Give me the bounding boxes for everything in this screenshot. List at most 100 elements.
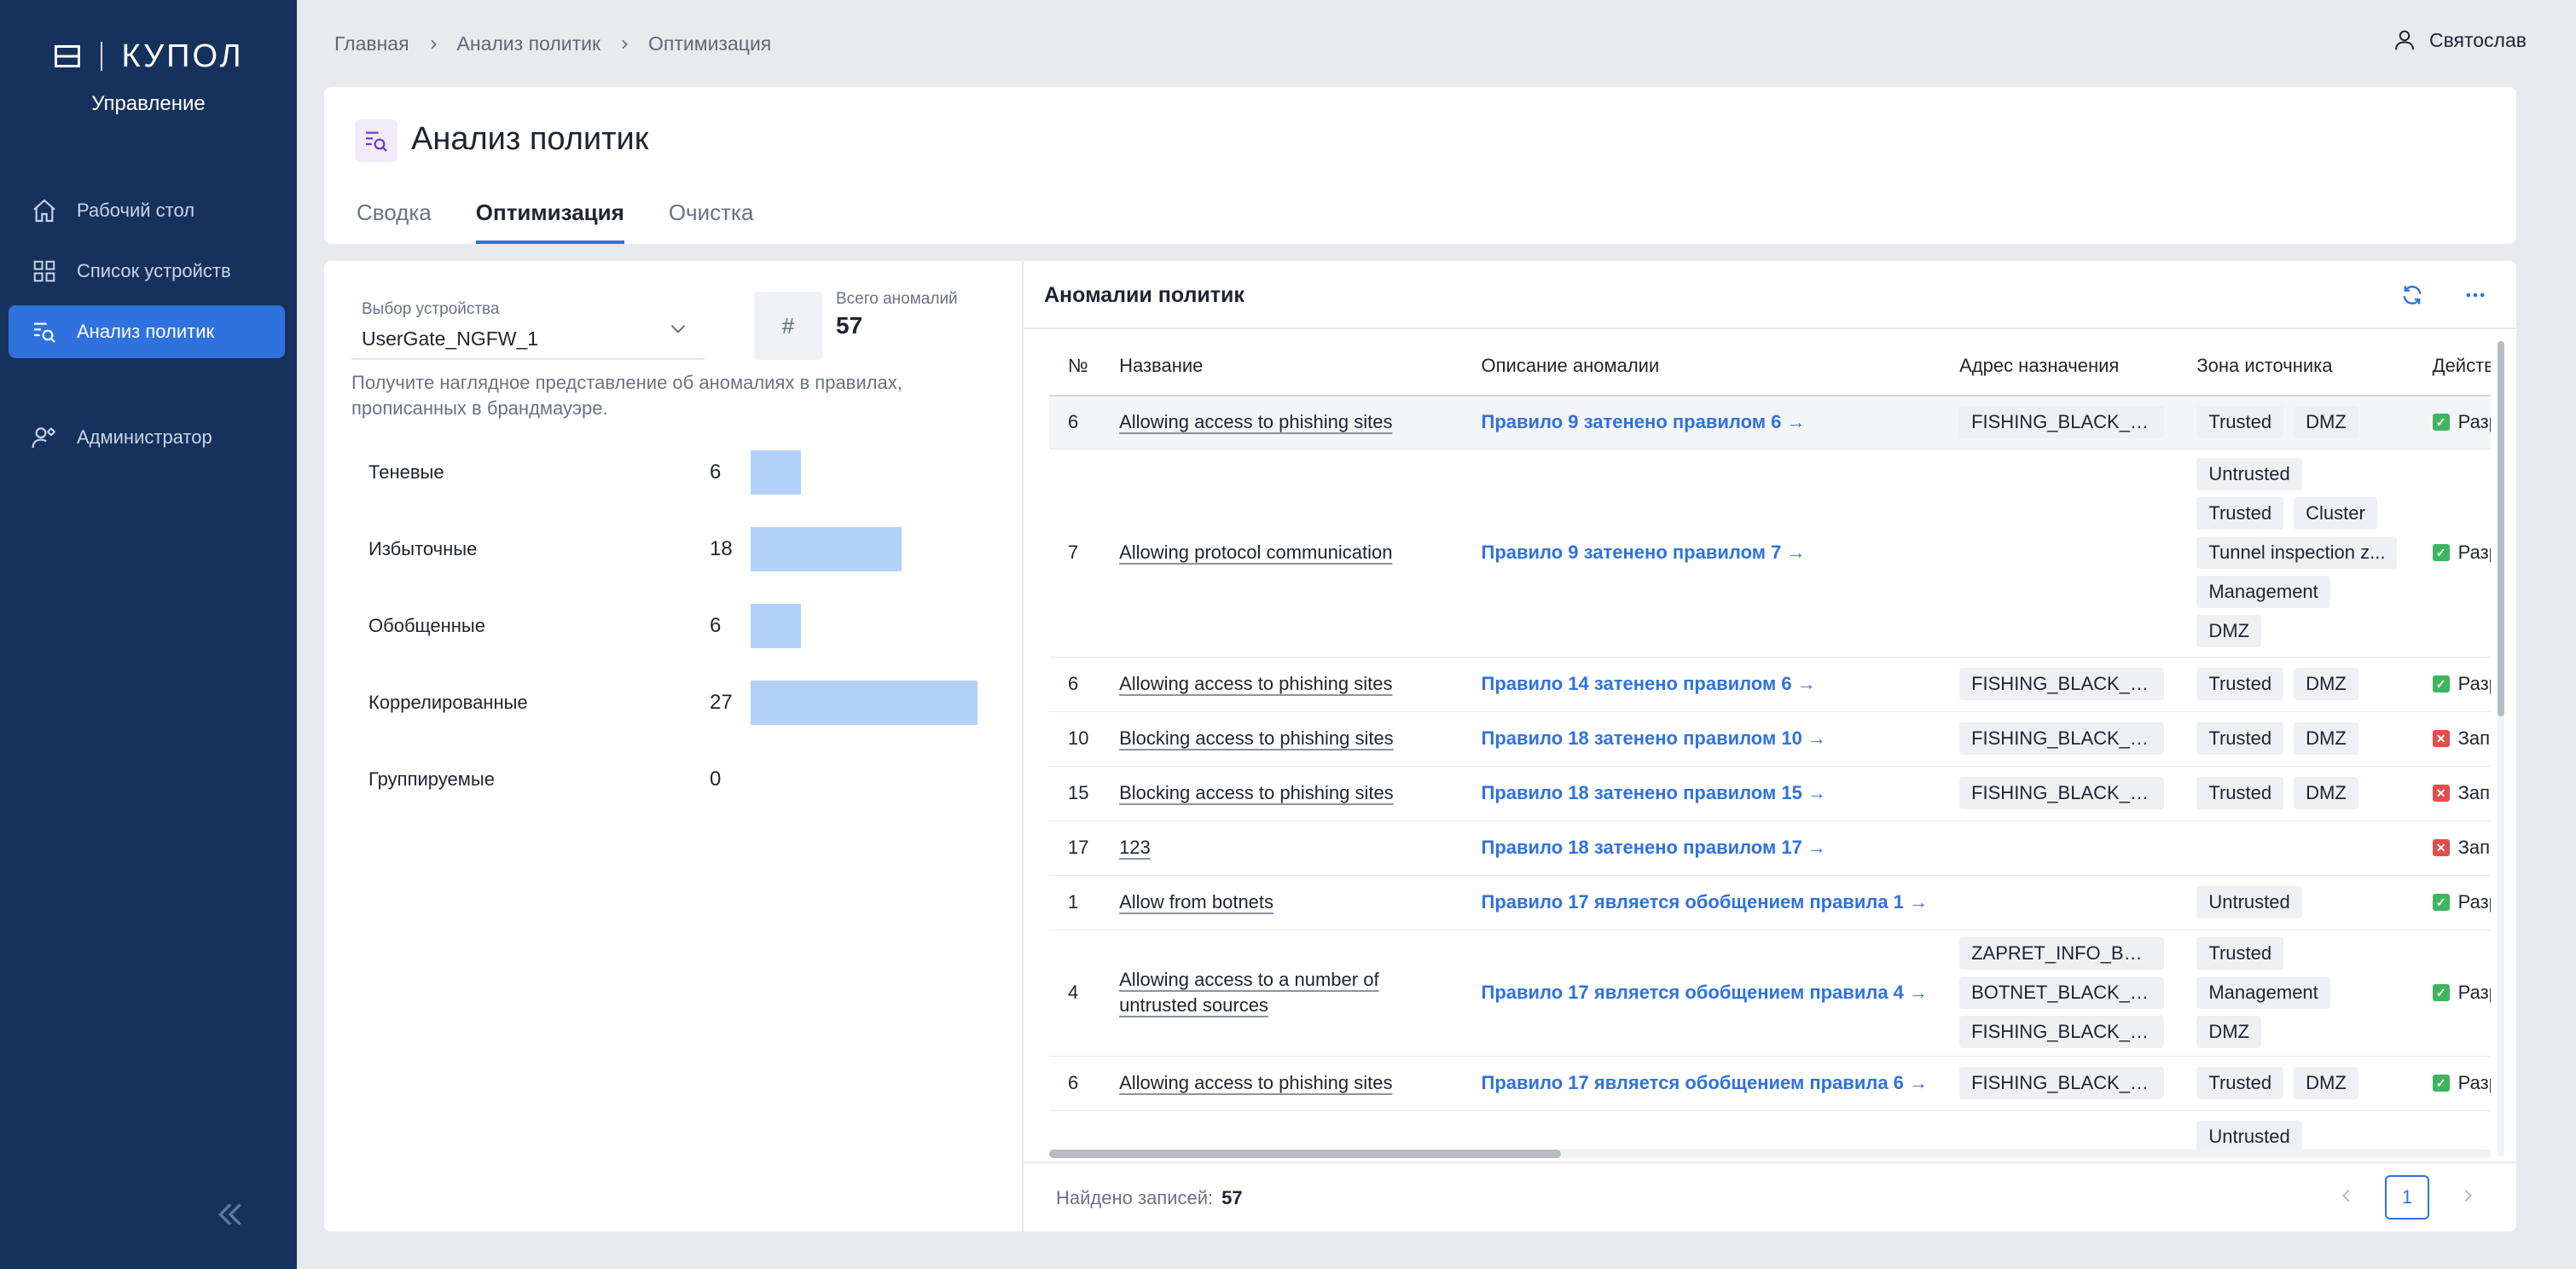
tab-cleanup[interactable]: Очистка: [669, 196, 754, 244]
cell-num: 15: [1049, 766, 1101, 821]
horizontal-scroll-thumb[interactable]: [1049, 1150, 1561, 1158]
sidebar-item-label: Рабочий стол: [77, 200, 195, 221]
logo-mark-icon: [55, 45, 81, 67]
logo[interactable]: КУПОЛ Управление: [0, 38, 297, 116]
cell-num: 1: [1049, 875, 1101, 930]
column-header-num[interactable]: №: [1049, 336, 1101, 397]
action-label: Разрешить: [2457, 891, 2491, 913]
zone-tag: Trusted: [2196, 1067, 2284, 1099]
zone-tag: Management: [2196, 576, 2330, 608]
anomaly-description-link[interactable]: Правило 18 затенено правилом 17 →: [1482, 837, 1826, 858]
sidebar-item-policy-analysis[interactable]: Анализ политик: [9, 305, 285, 358]
anomaly-description-link[interactable]: Правило 18 затенено правилом 10 →: [1482, 727, 1826, 749]
rule-name-link[interactable]: Allowing access to phishing sites: [1119, 409, 1462, 435]
table-row[interactable]: 6 Allowing access to phishing sites Правил…: [1049, 657, 2491, 712]
device-select[interactable]: Выбор устройства UserGate_NGFW_1: [351, 295, 705, 360]
cell-name: Allowing access to phishing sites: [1100, 657, 1463, 712]
page-number-button[interactable]: 1: [2385, 1175, 2429, 1220]
cell-source-zone: Trusted DMZ: [2178, 711, 2414, 767]
anomaly-description-link[interactable]: Правило 14 затенено правилом 6 →: [1482, 673, 1816, 694]
table-row[interactable]: 7 Allowing protocol communication Правило …: [1049, 449, 2491, 658]
stat-name: Теневые: [368, 461, 444, 483]
zone-tag: DMZ: [2294, 777, 2358, 809]
rule-name-link[interactable]: Allowing access to a number of: [1119, 967, 1462, 993]
refresh-button[interactable]: [2400, 283, 2424, 311]
zone-tag: DMZ: [2196, 615, 2262, 647]
anomaly-stat-row[interactable]: Коррелированные 27: [368, 681, 1017, 725]
zone-tag: Trusted: [2196, 777, 2284, 809]
sidebar-item-dashboard[interactable]: Рабочий стол: [9, 184, 285, 237]
anomaly-stat-row[interactable]: Группируемые 0: [368, 757, 1017, 802]
prev-page-button[interactable]: [2337, 1184, 2356, 1211]
rule-name-link[interactable]: Allowing access to phishing sites: [1119, 1070, 1462, 1096]
column-header-name[interactable]: Название: [1100, 336, 1463, 397]
anomaly-description-link[interactable]: Правило 9 затенено правилом 6 →: [1482, 411, 1806, 432]
tab-optimization[interactable]: Оптимизация: [475, 196, 624, 244]
rule-name-link[interactable]: Blocking access to phishing sites: [1119, 780, 1462, 806]
rule-name-link[interactable]: Blocking access to phishing sites: [1119, 726, 1462, 751]
cell-name: Blocking access to phishing sites: [1100, 766, 1463, 821]
table-row[interactable]: 15 Blocking access to phishing sites Прави…: [1049, 766, 2491, 821]
anomaly-description-link[interactable]: Правило 17 является обобщением правила 1…: [1482, 891, 1929, 913]
table-row[interactable]: 6 Allowing access to phishing sites Правил…: [1049, 1056, 2491, 1111]
table-row[interactable]: 10 Blocking access to phishing sites Прави…: [1049, 711, 2491, 767]
rule-name-link[interactable]: Allowing protocol communication: [1119, 540, 1462, 565]
action-status: ✕ Запретить: [2432, 837, 2491, 859]
user-icon: [2394, 30, 2414, 50]
anomaly-description-link[interactable]: Правило 9 затенено правилом 7 →: [1482, 542, 1806, 563]
table-row[interactable]: 1 Allow from botnets Правило 17 является о…: [1049, 875, 2491, 930]
stat-bar: [751, 450, 801, 495]
anomaly-stat-row[interactable]: Обобщенные 6: [368, 604, 1017, 648]
cell-description: Правило 18 затенено правилом 15 →: [1462, 766, 1941, 821]
cell-num: 17: [1049, 820, 1101, 876]
rule-name-link[interactable]: Allow from botnets: [1119, 889, 1462, 915]
stat-name: Избыточные: [368, 538, 478, 559]
action-label: Запретить: [2457, 782, 2491, 803]
action-status: ✓ Разрешить: [2432, 982, 2491, 1004]
breadcrumb-home[interactable]: Главная: [334, 32, 409, 55]
cell-source-zone: Trusted DMZ: [2178, 657, 2414, 712]
action-status: ✓ Разрешить: [2432, 673, 2491, 695]
breadcrumb-policy-analysis[interactable]: Анализ политик: [457, 32, 601, 55]
rule-name-link[interactable]: 123: [1119, 835, 1462, 860]
table-row[interactable]: 4 Allowing access to a number of untrusted…: [1049, 930, 2491, 1057]
anomaly-stat-row[interactable]: Избыточные 18: [368, 527, 1017, 571]
more-button[interactable]: [2463, 283, 2487, 311]
vertical-scrollbar[interactable]: [2498, 341, 2504, 1156]
column-header-destination[interactable]: Адрес назначения: [1941, 336, 2179, 397]
stat-bar-track: [751, 757, 978, 802]
column-header-description[interactable]: Описание аномалии: [1462, 336, 1941, 397]
refresh-icon: [2403, 286, 2422, 304]
anomaly-stat-row[interactable]: Теневые 6: [368, 450, 1017, 495]
tab-summary[interactable]: Сводка: [357, 196, 432, 244]
column-header-source-zone[interactable]: Зона источника: [2178, 336, 2414, 397]
rule-name-link[interactable]: Allowing access to phishing sites: [1119, 671, 1462, 697]
tag-list: FISHING_BLACK_LI...: [1959, 716, 2178, 762]
cell-name: Allow from botnets: [1100, 875, 1463, 930]
tag-line: BOTNET_BLACK_LI...: [1959, 976, 2178, 1009]
horizontal-scrollbar[interactable]: [1049, 1150, 2491, 1158]
anomaly-description-link[interactable]: Правило 18 затенено правилом 15 →: [1482, 782, 1826, 803]
rule-name-link[interactable]: untrusted sources: [1119, 993, 1462, 1018]
action-label: Разрешить: [2457, 411, 2491, 433]
cell-description: Правило 18 затенено правилом 17 →: [1462, 820, 1941, 876]
anomaly-description-link[interactable]: Правило 17 является обобщением правила 4…: [1482, 982, 1929, 1003]
cell-description: Правило 18 затенено правилом 10 →: [1462, 711, 1941, 767]
cross-icon: ✕: [2432, 839, 2450, 856]
check-icon: ✓: [2432, 544, 2450, 561]
anomaly-description-link[interactable]: Правило 17 является обобщением правила 6…: [1482, 1072, 1929, 1093]
next-page-button[interactable]: [2458, 1184, 2477, 1211]
table-row[interactable]: 17 123 Правило 18 затенено правилом 17 → ✕ З…: [1049, 820, 2491, 876]
zone-tag: DMZ: [2294, 722, 2358, 755]
user-menu[interactable]: Святослав: [2392, 27, 2527, 53]
column-header-action[interactable]: Действие: [2413, 336, 2491, 397]
cell-action: ✓ Разрешить: [2413, 449, 2491, 658]
sidebar-item-devices[interactable]: Список устройств: [9, 245, 285, 298]
tag-list: Trusted DMZ: [2196, 399, 2413, 445]
collapse-sidebar-button[interactable]: [213, 1196, 247, 1238]
sidebar-item-admin[interactable]: Администратор: [9, 411, 285, 464]
tag-list: Trusted DMZ: [2196, 1060, 2413, 1106]
zone-tag: DMZ: [2294, 668, 2358, 700]
table-row[interactable]: 6 Allowing access to phishing sites Правил…: [1049, 396, 2491, 449]
vertical-scroll-thumb[interactable]: [2498, 341, 2504, 716]
